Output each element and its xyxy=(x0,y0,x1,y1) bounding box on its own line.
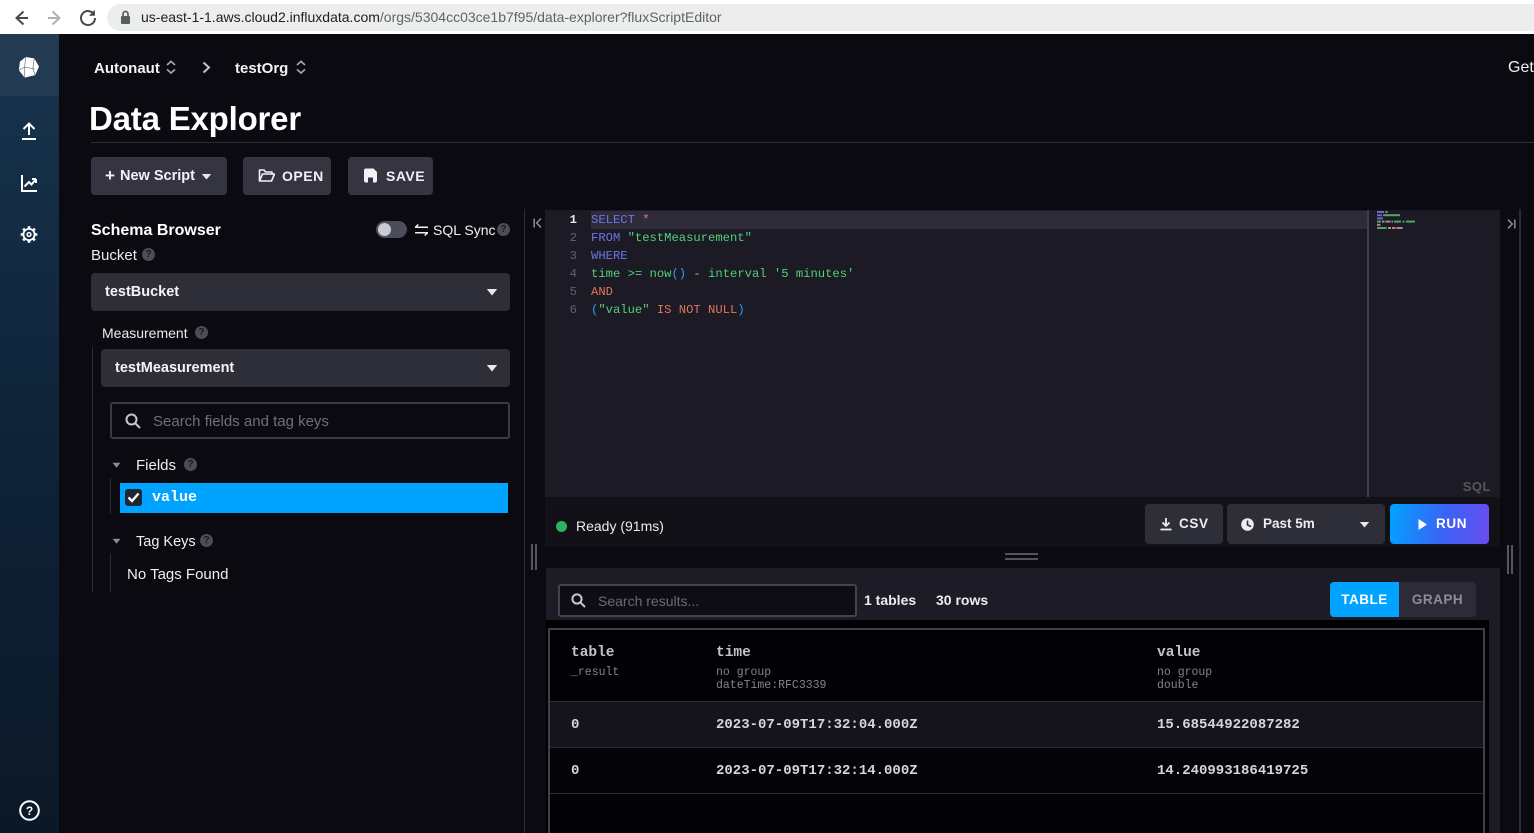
svg-text:?: ? xyxy=(26,804,33,818)
